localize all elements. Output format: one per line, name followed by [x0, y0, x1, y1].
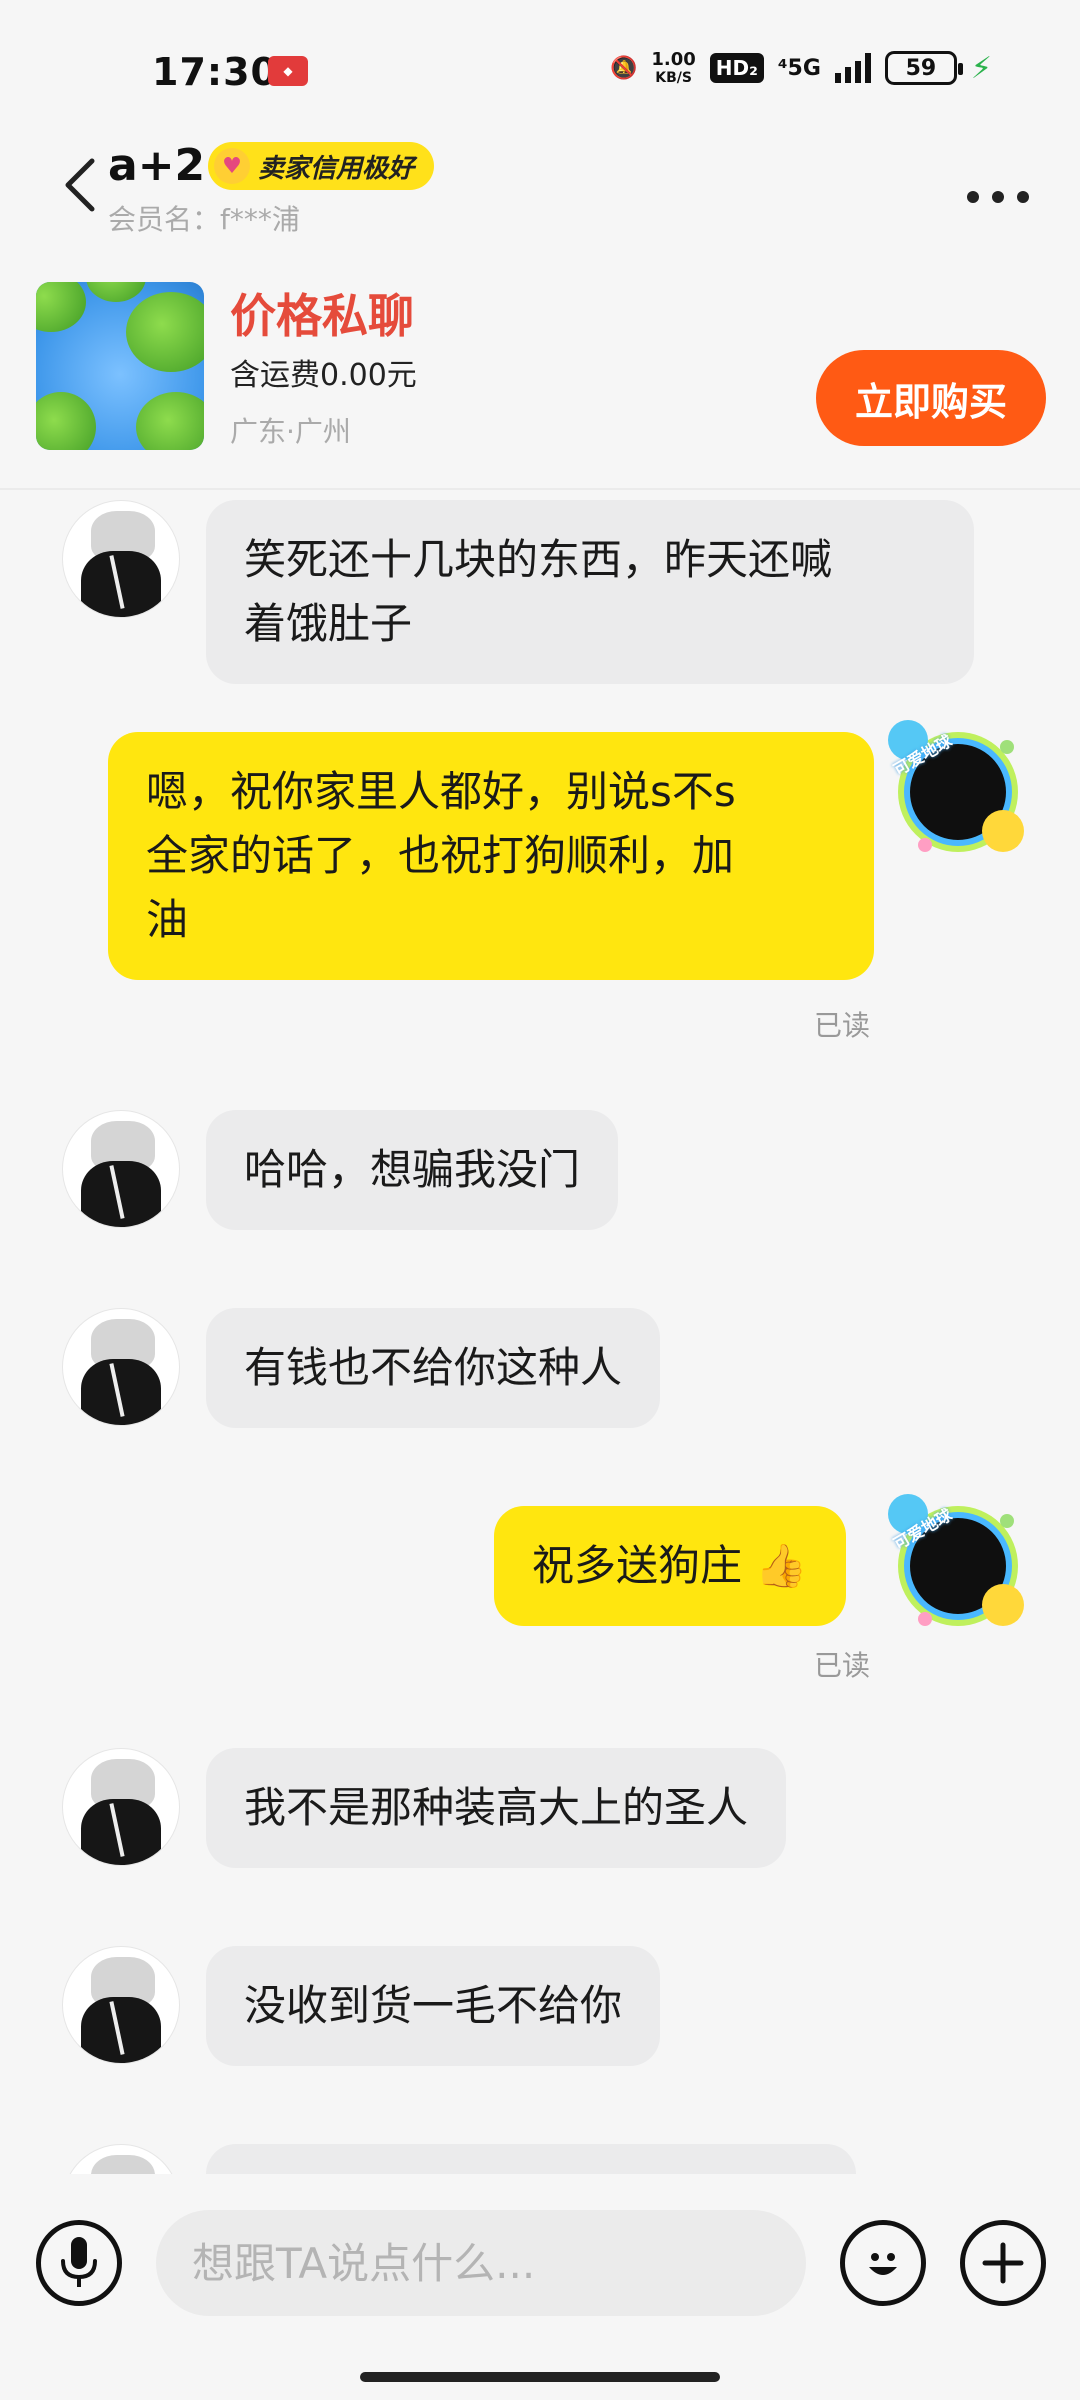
message-bubble-outgoing[interactable]: 祝多送狗庄 👍: [494, 1506, 846, 1626]
message-bubble-incoming[interactable]: 笑死还十几块的东西，昨天还喊 着饿肚子: [206, 500, 974, 684]
message-line: 笑死还十几块的东西，昨天还喊: [244, 535, 833, 584]
product-card[interactable]: 价格私聊 含运费0.00元 广东·广州 立即购买: [0, 250, 1080, 490]
contact-avatar[interactable]: [62, 2144, 180, 2174]
speed-value: 1.00: [651, 49, 696, 70]
message-line: 全家的话了，也祝打狗顺利，加: [146, 831, 735, 880]
contact-nickname[interactable]: a+2: [108, 140, 205, 191]
my-avatar[interactable]: 可爱地球: [888, 1494, 1028, 1634]
more-button[interactable]: [966, 160, 1030, 216]
contact-avatar[interactable]: [62, 1946, 180, 2064]
read-receipt: 已读: [814, 1009, 871, 1042]
input-bar: [0, 2174, 1080, 2400]
message-text: 祝多送狗庄: [532, 1541, 743, 1590]
more-dots-icon: [967, 191, 1029, 203]
member-name: 会员名：f***浦: [108, 203, 300, 236]
home-indicator[interactable]: [360, 2372, 720, 2382]
message-text: 有钱也不给你这种人: [244, 1343, 623, 1392]
message-bubble-incoming[interactable]: 没收到货一毛不给你: [206, 1946, 661, 2066]
my-avatar[interactable]: 可爱地球: [888, 720, 1028, 860]
battery-icon: 59: [884, 51, 963, 85]
message-bubble-outgoing[interactable]: 嗯，祝你家里人都好，别说s不s 全家的话了，也祝打狗顺利，加 油: [108, 732, 874, 980]
chevron-left-icon: [65, 158, 95, 212]
product-shipping: 含运费0.00元: [230, 358, 417, 393]
message-text: 哈哈，想骗我没门: [244, 1145, 581, 1194]
status-bar: 17:30 ◆ 🔕 1.00 KB/S HD₂ ⁴5G 59 ⚡: [0, 0, 1080, 140]
thumbs-up-flower-icon: 👍: [755, 1541, 808, 1590]
notification-app-icon: ◆: [268, 56, 308, 86]
speed-unit: KB/S: [655, 70, 692, 86]
microphone-icon: [61, 2237, 97, 2287]
message-line: 着饿肚子: [244, 599, 413, 648]
contact-avatar[interactable]: [62, 500, 180, 618]
plus-icon: [982, 2242, 1024, 2284]
plus-button[interactable]: [960, 2220, 1046, 2306]
status-time: 17:30: [152, 50, 278, 94]
hd-icon: HD₂: [709, 53, 764, 83]
signal-icon: [834, 53, 871, 83]
charging-icon: ⚡: [970, 50, 992, 86]
message-bubble-incoming[interactable]: 哈哈，想骗我没门: [206, 1110, 619, 1230]
back-button[interactable]: [50, 140, 110, 230]
mute-icon: 🔕: [609, 55, 638, 81]
message-bubble-incoming[interactable]: 我不是那种装高大上的圣人: [206, 1748, 787, 1868]
battery-level: 59: [905, 55, 937, 81]
chat-header: a+2 ♥ 卖家信用极好 会员名：f***浦: [0, 140, 1080, 240]
product-image[interactable]: [36, 282, 204, 450]
message-text: 没收到货一毛不给你: [244, 1981, 623, 2030]
heart-eyes-icon: ♥: [214, 148, 250, 184]
message-line: 油: [146, 895, 189, 944]
contact-avatar[interactable]: [62, 1308, 180, 1426]
message-line: 嗯，祝你家里人都好，别说s不s: [146, 767, 736, 816]
buy-now-button[interactable]: 立即购买: [816, 350, 1046, 446]
contact-avatar[interactable]: [62, 1110, 180, 1228]
contact-avatar[interactable]: [62, 1748, 180, 1866]
status-icons: 🔕 1.00 KB/S HD₂ ⁴5G 59 ⚡: [609, 49, 992, 87]
voice-button[interactable]: [36, 2220, 122, 2306]
message-bubble-incoming[interactable]: [206, 2144, 856, 2174]
message-text: 我不是那种装高大上的圣人: [244, 1783, 749, 1832]
emoji-icon: [869, 2253, 897, 2275]
product-price: 价格私聊: [230, 289, 414, 343]
message-bubble-incoming[interactable]: 有钱也不给你这种人: [206, 1308, 661, 1428]
product-location: 广东·广州: [230, 415, 351, 448]
read-receipt: 已读: [814, 1649, 871, 1682]
seller-credit-badge[interactable]: ♥ 卖家信用极好: [208, 142, 435, 190]
network-speed: 1.00 KB/S: [651, 49, 696, 87]
credit-badge-label: 卖家信用极好: [258, 153, 415, 184]
network-type: ⁴5G: [777, 55, 821, 81]
chat-thread[interactable]: 笑死还十几块的东西，昨天还喊 着饿肚子 嗯，祝你家里人都好，别说s不s 全家的话…: [0, 492, 1080, 2174]
emoji-button[interactable]: [840, 2220, 926, 2306]
message-input[interactable]: [156, 2210, 806, 2316]
